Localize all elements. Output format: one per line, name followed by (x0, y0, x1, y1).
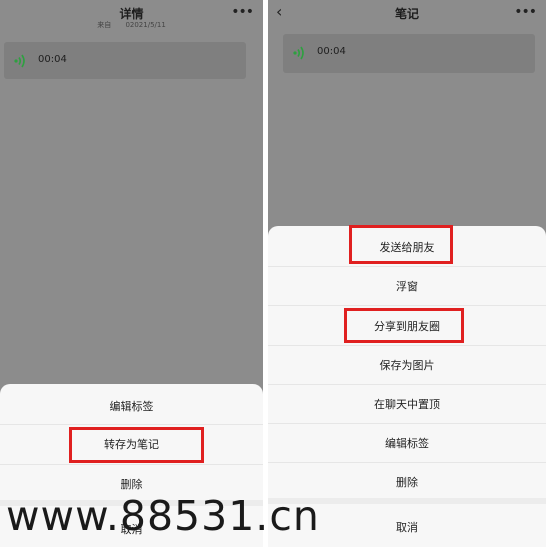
sheet-item-save-as-image[interactable]: 保存为图片 (268, 357, 546, 373)
voice-message-card[interactable]: 00:04 (283, 34, 535, 73)
page-subtitle: 来自 02021/5/11 (0, 20, 263, 30)
voice-duration: 00:04 (38, 54, 67, 65)
divider (268, 345, 546, 346)
voice-wave-icon (14, 54, 25, 68)
sheet-item-delete[interactable]: 删除 (268, 474, 546, 490)
page-title: 笔记 (394, 7, 419, 21)
more-icon[interactable]: ••• (514, 5, 537, 19)
voice-duration: 00:04 (317, 46, 346, 57)
subtitle-source: 来自 (97, 21, 112, 29)
sheet-item-save-as-note[interactable]: 转存为笔记 (0, 436, 263, 452)
divider (268, 423, 546, 424)
left-top-bar: 详情 来自 02021/5/11 ••• (0, 0, 263, 40)
watermark-text: www.88531.cn (6, 492, 320, 540)
right-phone-screen: ‹ 笔记 ••• 00:04 发送给朋友 浮窗 分享到朋友圈 保存为图片 在聊天… (268, 0, 546, 547)
voice-message-card[interactable]: 00:04 (4, 42, 246, 79)
voice-wave-icon (293, 46, 304, 60)
sheet-item-edit-tag[interactable]: 编辑标签 (268, 435, 546, 451)
subtitle-date: 02021/5/11 (125, 21, 166, 29)
sheet-item-floating-window[interactable]: 浮窗 (268, 278, 546, 294)
divider (268, 384, 546, 385)
divider (0, 424, 263, 425)
divider (268, 462, 546, 463)
sheet-item-send-to-friend[interactable]: 发送给朋友 (268, 239, 546, 255)
divider (0, 464, 263, 465)
divider (268, 305, 546, 306)
sheet-item-edit-tag[interactable]: 编辑标签 (0, 398, 263, 414)
sheet-item-share-to-moments[interactable]: 分享到朋友圈 (268, 318, 546, 334)
sheet-item-pin-in-chat[interactable]: 在聊天中置顶 (268, 396, 546, 412)
left-phone-screen: 详情 来自 02021/5/11 ••• 00:04 编辑标签 转存为笔记 删除… (0, 0, 263, 547)
sheet-item-delete[interactable]: 删除 (0, 476, 263, 492)
more-icon[interactable]: ••• (231, 5, 254, 19)
divider (268, 266, 546, 267)
